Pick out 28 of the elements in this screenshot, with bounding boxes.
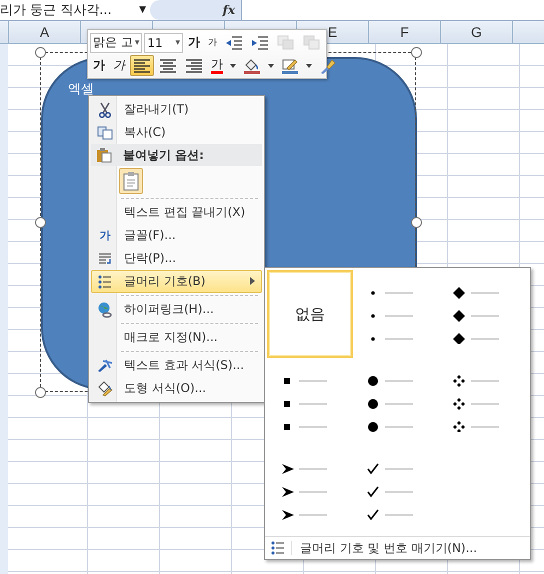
menu-item[interactable]: 매크로 지정(N)... [91,326,262,349]
menu-item[interactable]: 글머리 기호 및 번호 매기기(N)... [265,536,530,559]
menu-item[interactable]: 가 글꼴(F)... [91,224,262,247]
column-header[interactable]: A [40,24,50,40]
column-header[interactable]: F [400,24,409,40]
no-bullet-option[interactable]: 없음 [267,270,353,358]
menu-item[interactable]: 텍스트 효과 서식(S)... [91,354,262,377]
grow-font-button[interactable]: 가 [185,32,203,53]
menu-item[interactable]: 복사(C) [91,121,262,144]
italic-button[interactable]: 가 [110,55,128,76]
font-color-button[interactable]: 가 [208,55,226,76]
column-header[interactable]: G [471,24,482,40]
column-header[interactable]: E [328,24,338,40]
menu-item[interactable]: 도형 서식(O)... [91,377,262,400]
font-icon: 가 [100,228,110,243]
bold-button[interactable]: 가 [90,55,108,76]
menu-section-header: 붙여넣기 옵션: [91,144,262,166]
menu-item[interactable]: 하이퍼링크(H)... [91,298,262,321]
shrink-font-button[interactable]: 가 [205,32,220,53]
insert-function-button[interactable]: fx [222,3,235,17]
shape-text: 엑셀 [68,81,94,98]
font-name-box[interactable]: 맑은 고 ▾ [90,32,142,52]
menu-item[interactable]: 잘라내기(T) [91,98,262,121]
menu-item[interactable]: 글머리 기호(B) [91,270,262,293]
menu-item[interactable]: 단락(P)... [91,247,262,270]
name-box[interactable]: 리가 둥근 직사각... ▼ [0,0,150,20]
font-size-box[interactable]: 11 ▾ [144,32,183,52]
menu-item[interactable]: 텍스트 편집 끝내기(X) [91,201,262,224]
